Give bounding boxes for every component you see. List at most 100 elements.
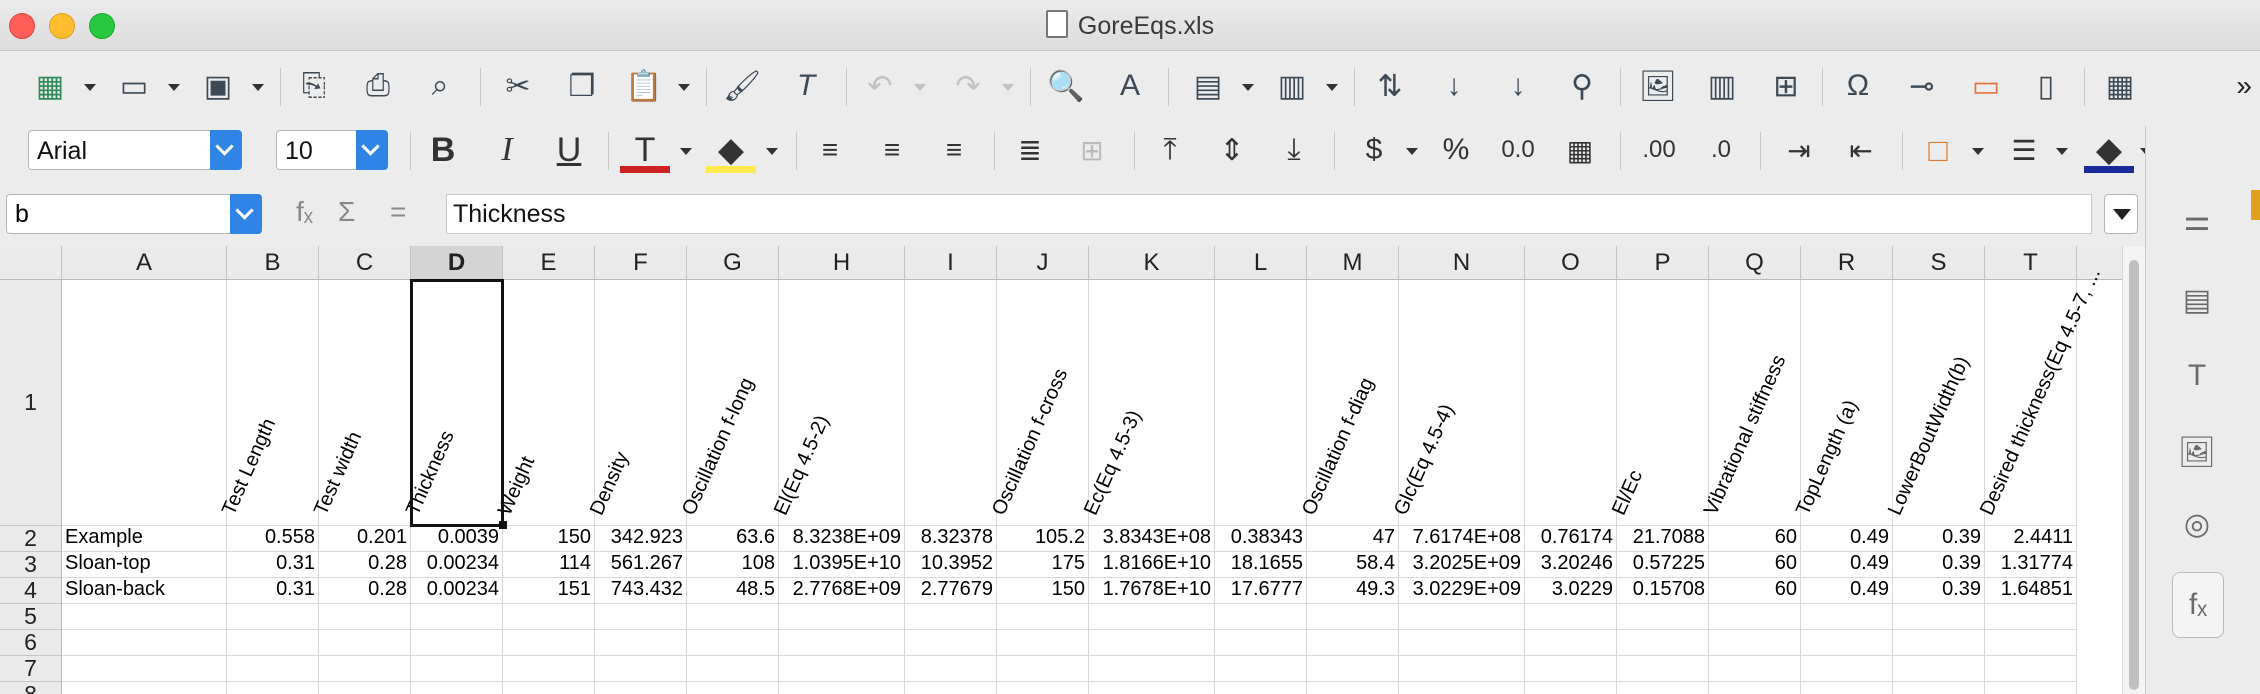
cell-p3[interactable]: 0.57225 (1617, 552, 1709, 578)
column-header-m[interactable]: M (1307, 246, 1399, 280)
empty-cell[interactable] (1399, 656, 1525, 682)
empty-cell[interactable] (905, 604, 997, 630)
empty-cell[interactable] (411, 656, 503, 682)
cell-o4[interactable]: 3.0229 (1525, 578, 1617, 604)
empty-cell[interactable] (1307, 630, 1399, 656)
column-header-d[interactable]: D (411, 246, 503, 280)
cell-k2[interactable]: 3.8343E+08 (1089, 526, 1215, 552)
properties-icon[interactable]: ⚌ (2172, 196, 2222, 244)
copy-icon[interactable]: ❐ (560, 64, 604, 108)
empty-cell[interactable] (595, 630, 687, 656)
cell-m3[interactable]: 58.4 (1307, 552, 1399, 578)
delete-decimal-place-icon[interactable]: .0 (1696, 128, 1746, 172)
empty-cell[interactable] (779, 682, 905, 694)
pivot-table-icon[interactable]: ⊞ (1764, 64, 1808, 108)
cell-o3[interactable]: 3.20246 (1525, 552, 1617, 578)
empty-cell[interactable] (1215, 604, 1307, 630)
empty-cell[interactable] (1617, 604, 1709, 630)
cell-s4[interactable]: 0.39 (1893, 578, 1985, 604)
add-decimal-place-icon[interactable]: .00 (1634, 128, 1684, 172)
borders-icon[interactable]: □ (1914, 128, 1962, 172)
empty-cell[interactable] (1307, 656, 1399, 682)
empty-cell[interactable] (227, 630, 319, 656)
column-header-e[interactable]: E (503, 246, 595, 280)
header-cell-h1[interactable]: El(Eq 4.5-2) (770, 280, 905, 526)
empty-cell[interactable] (1525, 604, 1617, 630)
chevron-down-icon[interactable] (210, 130, 242, 170)
empty-cell[interactable] (503, 604, 595, 630)
header-cell-p1[interactable]: El/Ec (1608, 280, 1709, 526)
align-top-icon[interactable]: ⤒ (1146, 128, 1194, 172)
empty-cell[interactable] (687, 604, 779, 630)
cell-i2[interactable]: 8.32378 (905, 526, 997, 552)
font-name-combo[interactable]: Arial (28, 130, 242, 170)
empty-cell[interactable] (1215, 682, 1307, 694)
column-header-f[interactable]: F (595, 246, 687, 280)
empty-cell[interactable] (1617, 682, 1709, 694)
header-cell-q1[interactable]: Vibrational stiffness (1700, 280, 1801, 526)
insert-chart-icon[interactable]: ▥ (1700, 64, 1744, 108)
empty-cell[interactable] (687, 630, 779, 656)
row-header-2[interactable]: 2 (0, 525, 62, 552)
column-header-a[interactable]: A (62, 246, 227, 280)
undo-icon[interactable]: ↶ (858, 64, 902, 108)
row-header-6[interactable]: 6 (0, 629, 62, 656)
cell-p2[interactable]: 21.7088 (1617, 526, 1709, 552)
empty-cell[interactable] (1089, 656, 1215, 682)
header-cell-k1[interactable]: Ec(Eq 4.5-3) (1080, 280, 1215, 526)
align-bottom-icon[interactable]: ⤓ (1270, 128, 1318, 172)
page-icon[interactable]: ▤ (2172, 276, 2222, 324)
empty-cell[interactable] (687, 656, 779, 682)
cell-n4[interactable]: 3.0229E+09 (1399, 578, 1525, 604)
column-header-q[interactable]: Q (1709, 246, 1801, 280)
empty-cell[interactable] (997, 630, 1089, 656)
cell-t3[interactable]: 1.31774 (1985, 552, 2077, 578)
cell-t2[interactable]: 2.4411 (1985, 526, 2077, 552)
empty-cell[interactable] (997, 682, 1089, 694)
cell-p4[interactable]: 0.15708 (1617, 578, 1709, 604)
currency-format-icon[interactable]: $ (1350, 128, 1398, 172)
cell-a2[interactable]: Example (62, 526, 227, 552)
empty-cell[interactable] (779, 656, 905, 682)
find-replace-icon[interactable]: 🔍 (1044, 64, 1088, 108)
empty-cell[interactable] (1801, 656, 1893, 682)
chevron-down-icon[interactable] (356, 130, 388, 170)
column-header-r[interactable]: R (1801, 246, 1893, 280)
empty-cell[interactable] (1089, 682, 1215, 694)
empty-cell[interactable] (779, 630, 905, 656)
header-cell-t1[interactable]: Desired thickness(Eq 4.5-7, ... (1976, 265, 2105, 526)
open-folder-icon[interactable]: ▭ (112, 64, 156, 108)
column-header-i[interactable]: I (905, 246, 997, 280)
empty-cell[interactable] (1985, 630, 2077, 656)
empty-cell[interactable] (905, 682, 997, 694)
increase-indent-icon[interactable]: ⇥ (1774, 128, 1824, 172)
header-cell-c1[interactable]: Test width (310, 280, 411, 526)
header-cell-b1[interactable]: Test Length (218, 280, 319, 526)
column-header-g[interactable]: G (687, 246, 779, 280)
empty-cell[interactable] (1709, 630, 1801, 656)
empty-cell[interactable] (503, 656, 595, 682)
sort-descending-icon[interactable]: ↓ (1496, 64, 1540, 108)
empty-cell[interactable] (227, 604, 319, 630)
cell-a3[interactable]: Sloan-top (62, 552, 227, 578)
cell-c3[interactable]: 0.28 (319, 552, 411, 578)
empty-cell[interactable] (1985, 656, 2077, 682)
cell-m2[interactable]: 47 (1307, 526, 1399, 552)
cell-a4[interactable]: Sloan-back (62, 578, 227, 604)
empty-cell[interactable] (411, 630, 503, 656)
cell-s3[interactable]: 0.39 (1893, 552, 1985, 578)
special-character-icon[interactable]: Ω (1836, 64, 1880, 108)
empty-cell[interactable] (1215, 630, 1307, 656)
autofilter-icon[interactable]: ⚲ (1560, 64, 1604, 108)
column-header-t[interactable]: T (1985, 246, 2077, 280)
cell-j2[interactable]: 105.2 (997, 526, 1089, 552)
column-header-b[interactable]: B (227, 246, 319, 280)
empty-cell[interactable] (1399, 604, 1525, 630)
empty-cell[interactable] (1525, 630, 1617, 656)
row-header-5[interactable]: 5 (0, 603, 62, 630)
cell-g4[interactable]: 48.5 (687, 578, 779, 604)
header-cell-l1[interactable] (1215, 280, 1307, 526)
select-all-corner[interactable] (0, 246, 62, 280)
empty-cell[interactable] (62, 630, 227, 656)
spelling-icon[interactable]: A (1108, 64, 1152, 108)
